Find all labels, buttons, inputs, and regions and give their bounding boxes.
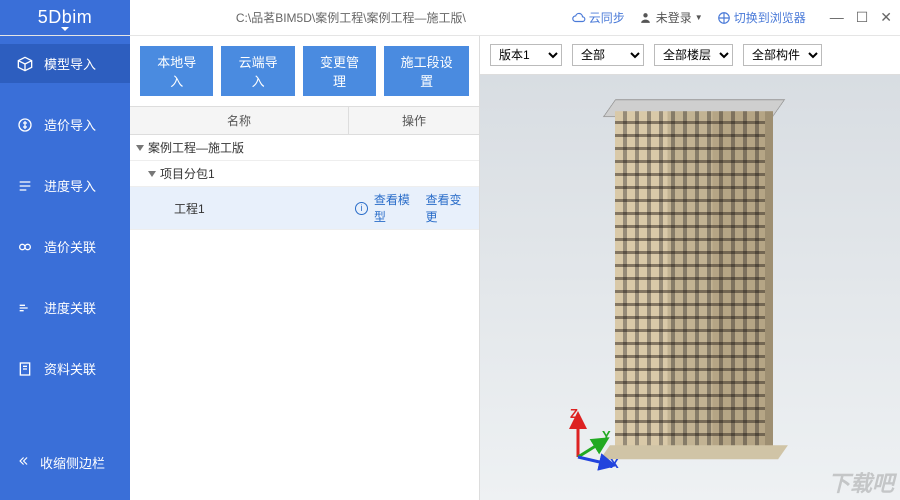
sidebar-item-label: 造价导入 (44, 115, 96, 134)
sidebar-item-cost-link[interactable]: 造价关联 (0, 227, 130, 266)
maximize-button[interactable]: ☐ (856, 9, 869, 26)
minimize-button[interactable]: — (830, 9, 844, 26)
view-model-link[interactable]: 查看模型 (374, 191, 422, 225)
tree-row[interactable]: 案例工程—施工版 (130, 135, 479, 161)
cloud-icon (572, 11, 586, 25)
viewer-panel: 版本1 全部 全部楼层 全部构件 (480, 36, 900, 500)
coin-icon (16, 116, 34, 134)
filter-components-select[interactable]: 全部构件 (743, 44, 822, 66)
close-button[interactable]: ✕ (880, 9, 892, 26)
sidebar-item-schedule-link[interactable]: 进度关联 (0, 288, 130, 327)
sidebar-item-label: 造价关联 (44, 237, 96, 256)
file-path: C:\品茗BIM5D\案例工程\案例工程—施工版\ (130, 9, 572, 26)
sidebar-item-label: 模型导入 (44, 54, 96, 73)
link-icon (16, 238, 34, 256)
cloud-sync-label: 云同步 (589, 9, 625, 26)
tree-node-label: 项目分包1 (160, 165, 215, 182)
section-setup-button[interactable]: 施工段设置 (384, 46, 469, 96)
sidebar-item-cost-import[interactable]: 造价导入 (0, 105, 130, 144)
axis-x-label: X (610, 456, 619, 471)
cloud-sync-button[interactable]: 云同步 (572, 9, 625, 26)
axis-y-label: Y (602, 428, 611, 443)
version-select[interactable]: 版本1 (490, 44, 562, 66)
sidebar-item-label: 进度导入 (44, 176, 96, 195)
user-icon (639, 11, 653, 25)
expander-icon[interactable] (148, 171, 156, 177)
doc-icon (16, 360, 34, 378)
sidebar-item-model-import[interactable]: 模型导入 (0, 44, 130, 83)
building-model (615, 111, 765, 451)
col-ops-header: 操作 (349, 107, 479, 134)
login-label: 未登录 (656, 9, 692, 26)
collapse-icon (16, 454, 30, 471)
chevron-down-icon: ▼ (695, 13, 703, 22)
info-icon: i (355, 202, 368, 215)
view-change-link[interactable]: 查看变更 (425, 191, 473, 225)
viewer-toolbar: 版本1 全部 全部楼层 全部构件 (480, 36, 900, 75)
sidebar-item-schedule-import[interactable]: 进度导入 (0, 166, 130, 205)
filter-floors-select[interactable]: 全部楼层 (654, 44, 733, 66)
cube-icon (16, 55, 34, 73)
sidebar-item-doc-link[interactable]: 资料关联 (0, 349, 130, 388)
list-icon (16, 177, 34, 195)
3d-canvas[interactable]: Z Y X (480, 75, 900, 500)
switch-browser-label: 切换到浏览器 (734, 9, 806, 26)
col-name-header: 名称 (130, 107, 349, 134)
axis-gizmo[interactable]: Z Y X (558, 412, 618, 472)
sidebar-item-label: 进度关联 (44, 298, 96, 317)
sidebar: 模型导入 造价导入 进度导入 造价关联 进度关联 资料关联 (0, 36, 130, 500)
app-logo[interactable]: 5Dbim (0, 0, 130, 35)
tree-node-label: 案例工程—施工版 (148, 139, 244, 156)
filter-all-select[interactable]: 全部 (572, 44, 644, 66)
toolbar: 本地导入 云端导入 变更管理 施工段设置 (130, 36, 479, 106)
browser-icon (717, 11, 731, 25)
collapse-label: 收缩侧边栏 (40, 453, 105, 472)
tree-row[interactable]: 工程1 i 查看模型 查看变更 (130, 187, 479, 230)
sidebar-collapse-button[interactable]: 收缩侧边栏 (0, 439, 130, 486)
cloud-import-button[interactable]: 云端导入 (221, 46, 294, 96)
project-tree: 名称 操作 案例工程—施工版 项目分包1 工程1 i (130, 106, 479, 500)
logo-text: 5Dbim (38, 7, 93, 28)
tree-row[interactable]: 项目分包1 (130, 161, 479, 187)
switch-browser-button[interactable]: 切换到浏览器 (717, 9, 806, 26)
axis-z-label: Z (570, 406, 578, 421)
titlebar: 5Dbim C:\品茗BIM5D\案例工程\案例工程—施工版\ 云同步 未登录 … (0, 0, 900, 36)
expander-icon[interactable] (136, 145, 144, 151)
bars-icon (16, 299, 34, 317)
login-button[interactable]: 未登录 ▼ (639, 9, 703, 26)
tree-node-label: 工程1 (174, 200, 205, 217)
local-import-button[interactable]: 本地导入 (140, 46, 213, 96)
sidebar-item-label: 资料关联 (44, 359, 96, 378)
left-panel: 本地导入 云端导入 变更管理 施工段设置 名称 操作 案例工程—施工版 (130, 36, 480, 500)
change-manage-button[interactable]: 变更管理 (303, 46, 376, 96)
